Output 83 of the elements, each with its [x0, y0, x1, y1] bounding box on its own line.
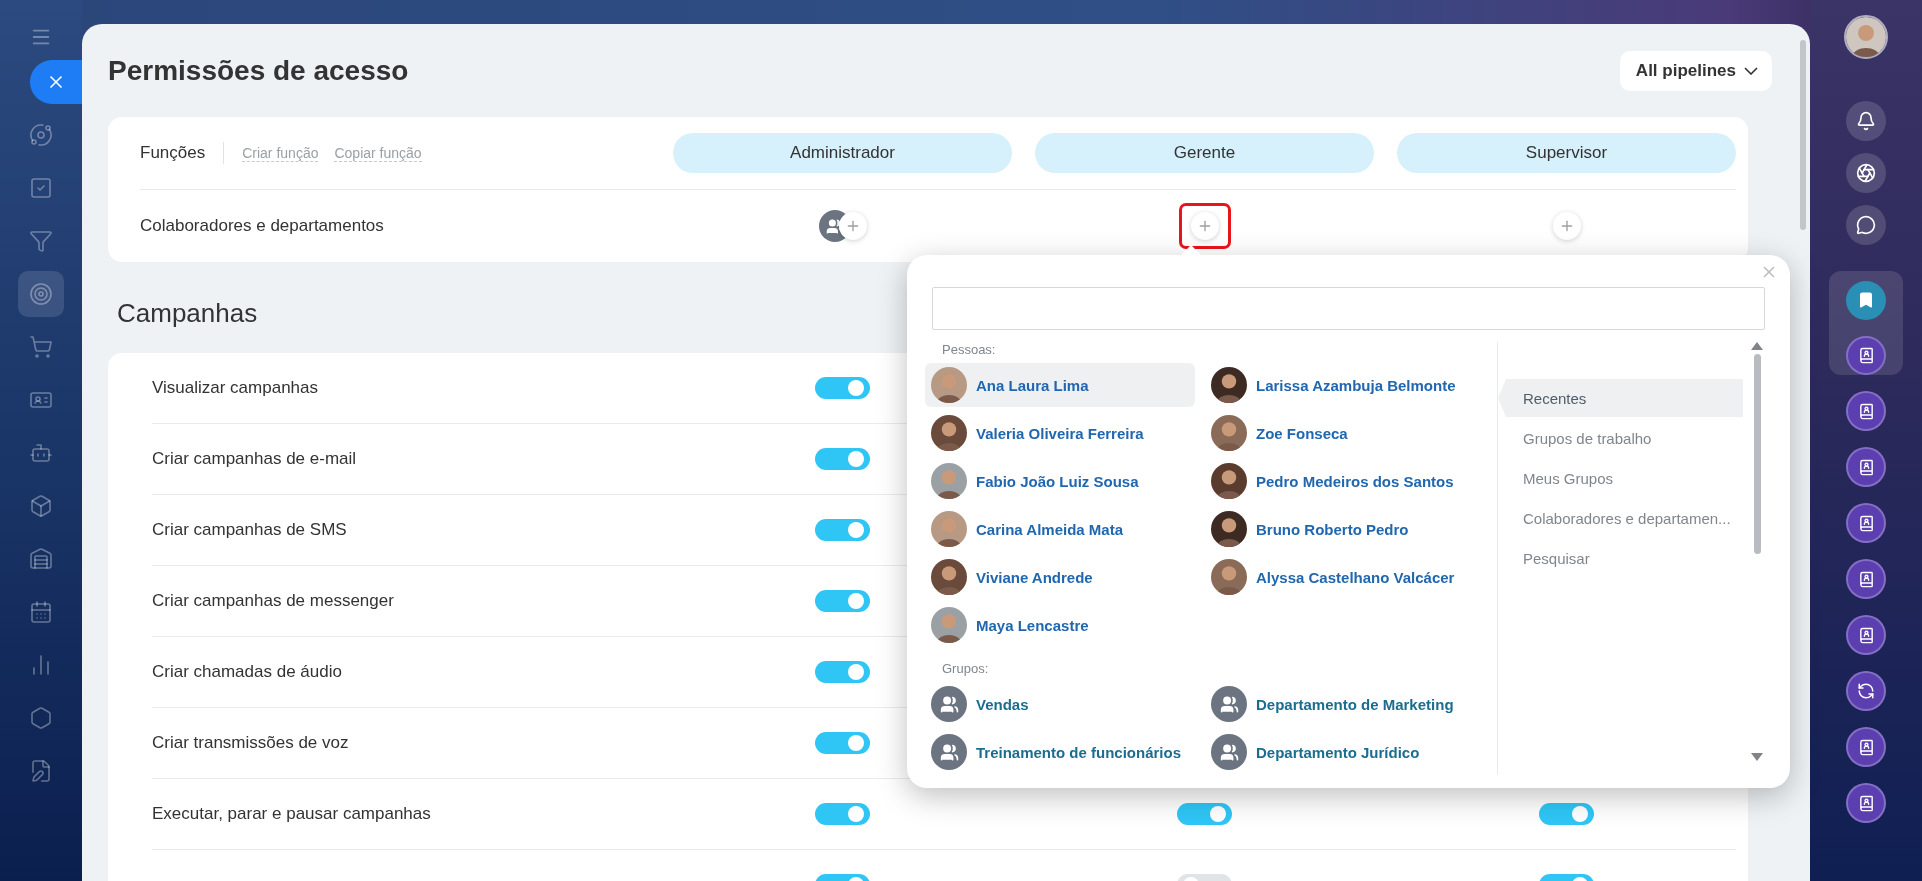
- people-label: Pessoas:: [942, 342, 997, 357]
- person-item[interactable]: Pedro Medeiros dos Santos: [1205, 459, 1475, 503]
- category-tab[interactable]: Grupos de trabalho: [1498, 419, 1743, 457]
- category-tab[interactable]: Colaboradores e departamen...: [1498, 499, 1743, 537]
- permission-label: Criar campanhas de e-mail: [152, 449, 358, 469]
- person-avatar: [931, 559, 967, 595]
- person-item[interactable]: Alyssa Castelhano Valcácer: [1205, 555, 1475, 599]
- person-item[interactable]: Ana Laura Lima: [925, 363, 1195, 407]
- person-item[interactable]: Zoe Fonseca: [1205, 411, 1475, 455]
- contact-book-icon[interactable]: [1846, 783, 1886, 823]
- pipeline-select[interactable]: All pipelines: [1619, 50, 1772, 91]
- contact-book-icon[interactable]: [1846, 727, 1886, 767]
- contact-book-icon[interactable]: [1846, 391, 1886, 431]
- person-avatar: [931, 607, 967, 643]
- permission-label: Executar, parar e pausar campanhas: [152, 804, 432, 824]
- person-avatar: [1211, 559, 1247, 595]
- person-item[interactable]: Bruno Roberto Pedro: [1205, 507, 1475, 551]
- members-label: Colaboradores e departamentos: [140, 216, 385, 236]
- category-tab[interactable]: Recentes: [1498, 379, 1743, 417]
- user-avatar[interactable]: [1844, 15, 1888, 59]
- chat-icon[interactable]: [1846, 205, 1886, 245]
- permission-toggle[interactable]: [815, 377, 870, 399]
- page-title: Permissões de acesso: [108, 54, 409, 87]
- contact-book-icon[interactable]: [1846, 335, 1886, 375]
- permission-toggle[interactable]: [815, 519, 870, 541]
- refresh-icon[interactable]: [1846, 671, 1886, 711]
- contact-book-icon[interactable]: [1846, 503, 1886, 543]
- permission-toggle[interactable]: [815, 732, 870, 754]
- close-button[interactable]: [30, 60, 82, 104]
- person-avatar: [1211, 415, 1247, 451]
- group-icon: [1211, 734, 1247, 770]
- contact-book-icon[interactable]: [1846, 615, 1886, 655]
- role-pill[interactable]: Supervisor: [1397, 133, 1736, 173]
- person-item[interactable]: Viviane Andrede: [925, 555, 1195, 599]
- permission-label: Criar campanhas de messenger: [152, 591, 395, 611]
- person-avatar: [1211, 511, 1247, 547]
- permission-toggle[interactable]: [815, 448, 870, 470]
- person-avatar: [931, 463, 967, 499]
- permission-toggle[interactable]: [815, 661, 870, 683]
- person-avatar: [1211, 367, 1247, 403]
- group-item[interactable]: Departamento Jurídico: [1205, 730, 1475, 774]
- permission-toggle[interactable]: [1539, 803, 1594, 825]
- group-icon: [1211, 686, 1247, 722]
- permission-toggle[interactable]: [815, 590, 870, 612]
- permission-label: Criar chamadas de áudio: [152, 662, 343, 682]
- chevron-down-icon: [1744, 66, 1758, 75]
- group-icon: [931, 734, 967, 770]
- contact-book-icon[interactable]: [1846, 447, 1886, 487]
- bookmark-icon[interactable]: [1846, 281, 1886, 320]
- scrollbar[interactable]: [1800, 40, 1806, 230]
- scroll-up-icon[interactable]: [1751, 342, 1763, 350]
- group-item[interactable]: Departamento de Marketing: [1205, 682, 1475, 726]
- person-item[interactable]: Larissa Azambuja Belmonte: [1205, 363, 1475, 407]
- person-avatar: [931, 367, 967, 403]
- person-item[interactable]: Fabio João Luiz Sousa: [925, 459, 1195, 503]
- bell-icon[interactable]: [1846, 101, 1886, 141]
- permission-label: Visualizar campanhas: [152, 378, 319, 398]
- search-field[interactable]: [932, 287, 1765, 330]
- person-item[interactable]: Valeria Oliveira Ferreira: [925, 411, 1195, 455]
- section-title: Campanhas: [117, 298, 258, 329]
- contact-book-icon[interactable]: [1846, 559, 1886, 599]
- roles-label: Funções: [140, 143, 206, 163]
- permission-toggle[interactable]: [815, 803, 870, 825]
- aperture-icon[interactable]: [1846, 153, 1886, 193]
- role-pill[interactable]: Gerente: [1035, 133, 1374, 173]
- person-avatar: [1211, 463, 1247, 499]
- person-item[interactable]: Carina Almeida Mata: [925, 507, 1195, 551]
- group-item[interactable]: Treinamento de funcionários: [925, 730, 1195, 774]
- permission-toggle[interactable]: [1177, 803, 1232, 825]
- permission-label: Criar transmissões de voz: [152, 733, 350, 753]
- category-tab[interactable]: Meus Grupos: [1498, 459, 1743, 497]
- category-tab[interactable]: Pesquisar: [1498, 539, 1743, 577]
- scroll-down-icon[interactable]: [1751, 753, 1763, 761]
- scrollbar[interactable]: [1753, 354, 1761, 554]
- role-pill[interactable]: Administrador: [673, 133, 1012, 173]
- person-avatar: [931, 415, 967, 451]
- permission-label: Criar campanhas de SMS: [152, 520, 348, 540]
- groups-label: Grupos:: [942, 661, 990, 676]
- target-icon[interactable]: [18, 271, 64, 317]
- person-item[interactable]: Maya Lencastre: [925, 603, 1195, 647]
- group-icon: [931, 686, 967, 722]
- group-item[interactable]: Vendas: [925, 682, 1195, 726]
- person-avatar: [931, 511, 967, 547]
